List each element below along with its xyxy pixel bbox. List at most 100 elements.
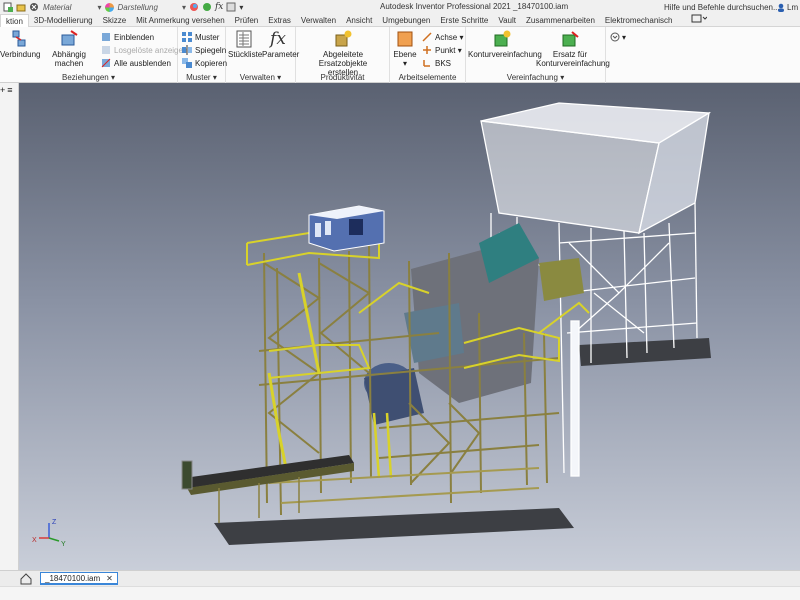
help-search[interactable]: Hilfe und Befehle durchsuchen... [664,1,780,13]
ersatz-fuer-line1: Ersatz für [552,50,588,59]
panel-title-beziehungen[interactable]: Beziehungen ▾ [0,73,177,82]
alle-ausblenden-label: Alle ausblenden [114,58,171,68]
spiegeln-label: Spiegeln [195,45,227,55]
ribbon: Verbindung Abhängig machen Einblenden Lo… [0,27,800,83]
losgeloeste-button[interactable]: Losgelöste anzeigen [101,44,187,56]
tab-erste-schritte[interactable]: Erste Schritte [435,14,493,27]
graphics-window[interactable]: Z X Y [19,83,800,570]
kopieren-label: Kopieren [195,58,228,68]
panel-arbeitselemente: Ebene ▾ Achse ▾ Punkt ▾ BKS Arbeitseleme… [390,27,466,83]
update-icon[interactable] [226,1,236,13]
document-tab[interactable]: _18470100.iam ✕ [40,572,118,585]
achse-button[interactable]: Achse ▾ [422,31,463,43]
help-search-label: Hilfe und Befehle durchsuchen... [664,2,780,12]
show-icon [102,33,110,41]
tab-vault[interactable]: Vault [493,14,521,27]
tab-verwalten[interactable]: Verwalten [296,14,341,27]
jaw-crusher-body [364,368,424,425]
tab-umgebungen[interactable]: Umgebungen [377,14,435,27]
ribbon-tab-bar: ktion 3D-Modellierung Skizze Mit Anmerku… [0,13,800,27]
panel-options-button[interactable]: ▾ [610,31,626,43]
stueckliste-button[interactable]: Stückliste [228,29,262,59]
model-browser-collapsed[interactable]: + ≡ [0,83,19,570]
panel-title-vereinfachung[interactable]: Vereinfachung ▾ [466,73,605,82]
ersatz-fuer-kontur-button[interactable]: Ersatz für Konturvereinfachung [536,29,610,68]
tab-pruefen[interactable]: Prüfen [230,14,264,27]
tab-skizze[interactable]: Skizze [98,14,132,27]
spiegeln-button[interactable]: Spiegeln [182,44,226,56]
panel-title-verwalten[interactable]: Verwalten ▾ [226,73,295,82]
panel-title-muster[interactable]: Muster ▾ [178,73,225,82]
tab-elektromechanisch[interactable]: Elektromechanisch [600,14,678,27]
new-file-icon[interactable] [3,1,13,13]
muster-button[interactable]: Muster [182,31,219,43]
open-file-icon[interactable] [16,1,26,13]
close-icon[interactable]: ✕ [106,574,113,583]
customize-icon[interactable]: ▾ [239,1,243,13]
panel-vereinfachung: Konturvereinfachung Ersatz für Konturver… [466,27,610,83]
panel-muster: Muster Spiegeln Kopieren Muster ▾ [178,27,227,83]
parameter-button[interactable]: fx Parameter [262,29,299,59]
base-slab-bin [579,338,711,366]
user-account[interactable]: Lm [777,1,798,13]
shrinkwrap-icon [494,30,511,47]
ribbon-display-toggle[interactable] [686,14,712,27]
tab-zusammenarbeiten[interactable]: Zusammenarbeiten [521,14,600,27]
alle-ausblenden-button[interactable]: Alle ausblenden [101,57,171,69]
chevron-down-icon: ▾ [110,73,115,82]
arbeitselemente-title: Arbeitselemente [398,73,457,82]
panel-title-produktivitaet: Produktivität [296,73,389,82]
ersatz-label-line1: Abgeleitete Ersatzobjekte [318,50,368,68]
material-combo-label: Material [43,2,72,12]
shrinkwrap-substitute-icon [562,31,579,47]
color-wheel-icon[interactable] [189,1,199,13]
tab-ansicht[interactable]: Ansicht [341,14,377,27]
joint-icon [12,30,26,47]
verwalten-title: Verwalten [239,73,275,82]
clear-appearance-icon[interactable] [202,1,212,13]
fx-icon[interactable]: fx [215,1,223,13]
title-bar: Material ▾ Darstellung ▾ fx ▾ Autodesk I… [0,0,800,14]
tab-3d-modellierung[interactable]: 3D-Modellierung [29,14,98,27]
derived-substitute-icon [335,30,352,47]
panel-beziehungen: Verbindung Abhängig machen Einblenden Lo… [0,27,187,83]
verbindung-button[interactable]: Verbindung [0,29,40,59]
ersatzobjekte-button[interactable]: Abgeleitete Ersatzobjekte erstellen [300,29,386,77]
kopieren-button[interactable]: Kopieren [182,57,227,69]
tab-anmerkung[interactable]: Mit Anmerkung versehen [131,14,230,27]
tab-extras[interactable]: Extras [263,14,296,27]
assembly-model[interactable]: Z X Y [19,83,800,570]
home-icon[interactable] [20,572,32,585]
material-combo[interactable]: Material ▾ [43,2,101,13]
appearance-combo[interactable]: Darstellung ▾ [105,2,186,13]
material-icon[interactable] [29,1,39,13]
bks-button[interactable]: BKS [422,57,451,69]
abhaengig-machen-button[interactable]: Abhängig machen [40,29,98,68]
add-icon[interactable]: + [0,85,5,95]
produktivitaet-title: Produktivität [320,73,365,82]
chevron-down-icon: ▾ [277,73,282,82]
ersatz-fuer-line2: Konturvereinfachung [536,59,610,68]
user-icon [777,3,785,12]
copy-icon [182,58,192,68]
chevron-down-icon: ▾ [622,32,627,42]
options-circle-icon [610,32,620,42]
einblenden-label: Einblenden [114,32,155,42]
axis-x-label: X [32,537,37,544]
muster-label: Muster [195,32,220,42]
axis-z-label: Z [52,519,57,526]
bks-label: BKS [435,58,452,68]
discharge-conveyor [181,455,354,523]
chevron-down-icon: ▾ [402,59,407,68]
document-tab-bar: _18470100.iam ✕ [0,570,800,586]
tab-zusammenfuegen[interactable]: ktion [0,13,29,27]
konturvereinfachung-button[interactable]: Konturvereinfachung [468,29,542,59]
menu-icon[interactable]: ≡ [7,85,12,95]
punkt-button[interactable]: Punkt ▾ [422,44,462,56]
appearance-combo-label: Darstellung [117,2,158,12]
ebene-button[interactable]: Ebene ▾ [392,29,418,68]
hide-all-icon [101,58,111,68]
axis-triad[interactable]: Z X Y [32,519,66,548]
einblenden-button[interactable]: Einblenden [101,31,154,43]
sick-icon [102,46,110,54]
